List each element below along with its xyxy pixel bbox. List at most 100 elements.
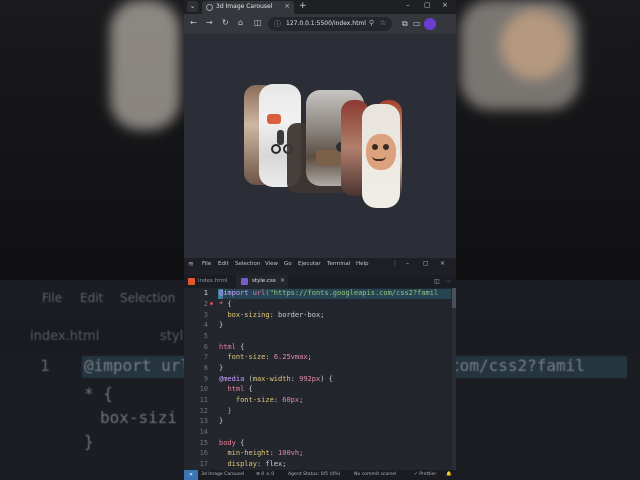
card-photo-detail xyxy=(383,144,389,150)
close-window-button[interactable]: × xyxy=(440,260,445,267)
code-line: } xyxy=(219,321,224,329)
extensions-icon[interactable]: ⧉ xyxy=(402,19,408,29)
line-number: 13 xyxy=(199,417,208,425)
menu-edit[interactable]: Edit xyxy=(218,261,229,267)
remote-indicator[interactable]: ✕ xyxy=(184,470,198,480)
code-line: @import url("https://fonts.googleapis.co… xyxy=(219,289,439,297)
close-window-button[interactable]: × xyxy=(442,1,448,9)
vertical-scrollbar[interactable] xyxy=(452,288,456,470)
menu-selection[interactable]: Selection xyxy=(235,261,260,267)
status-prettier[interactable]: ✓ Prettier xyxy=(414,472,436,477)
new-tab-button[interactable]: + xyxy=(299,1,307,12)
bg-line-number: 1 xyxy=(40,356,50,375)
back-button[interactable]: ← xyxy=(190,18,197,28)
menu-file[interactable]: File xyxy=(202,261,211,267)
line-number: 14 xyxy=(199,428,208,436)
status-problems[interactable]: ⊗ 0 ⚠ 0 xyxy=(256,472,274,477)
status-agent[interactable]: Agent Status: 0/5 (0%) xyxy=(288,472,340,477)
line-number: 15 xyxy=(199,439,208,447)
menu-run[interactable]: Ejecutar xyxy=(298,261,321,267)
reload-button[interactable]: ↻ xyxy=(222,18,229,28)
bg-menu-selection: Selection xyxy=(120,291,176,305)
code-line: font-size: 60px; xyxy=(235,396,304,404)
url-text: 127.0.0.1:5500/index.html xyxy=(286,20,366,27)
maximize-button[interactable]: ▢ xyxy=(423,260,429,267)
maximize-button[interactable]: ▢ xyxy=(424,1,431,9)
browser-toolbar: ← → ↻ ⌂ ◫ ⓘ 127.0.0.1:5500/index.html ⚲ … xyxy=(184,14,456,34)
tab-search-button[interactable]: ⌄ xyxy=(187,1,198,12)
card-photo-detail xyxy=(271,144,281,154)
bg-blur-card-left xyxy=(110,0,180,130)
profile-avatar[interactable] xyxy=(424,18,436,30)
bookmark-star-icon[interactable]: ☆ xyxy=(380,19,386,27)
line-number: 17 xyxy=(199,460,208,468)
scrollbar-thumb[interactable] xyxy=(452,288,456,308)
bg-blur-pumpkin xyxy=(500,10,570,80)
bg-code-line-2: * { xyxy=(84,384,113,403)
bg-tab-index: index.html xyxy=(30,329,100,344)
line-number: 5 xyxy=(203,332,208,340)
code-line: } xyxy=(227,407,232,415)
minimize-button[interactable]: – xyxy=(406,1,410,9)
split-view-button[interactable]: ◫ xyxy=(254,18,262,28)
carousel-card[interactable] xyxy=(362,104,400,208)
line-number: 4 xyxy=(203,321,208,329)
menu-terminal[interactable]: Terminal xyxy=(327,261,350,267)
line-number: 6 xyxy=(203,343,208,351)
code-line: html { xyxy=(219,343,245,351)
line-number-gutter: 1 2 3 4 5 6 7 8 9 10 11 12 13 14 15 16 1… xyxy=(184,288,216,470)
home-button[interactable]: ⌂ xyxy=(238,18,243,28)
vscode-window: ≋ File Edit Selection View Go Ejecutar T… xyxy=(184,258,456,480)
line-number: 2 xyxy=(203,300,208,308)
bell-icon[interactable]: 🔔 xyxy=(446,472,452,477)
code-line: box-sizing: border-box; xyxy=(227,311,325,319)
address-bar[interactable]: ⓘ 127.0.0.1:5500/index.html ⚲ ☆ xyxy=(268,17,392,31)
zoom-icon[interactable]: ⚲ xyxy=(369,19,374,27)
tab-label: style.css xyxy=(252,278,276,284)
minimize-button[interactable]: – xyxy=(406,260,409,267)
status-commit[interactable]: No commit scored xyxy=(354,472,396,477)
sidebar-icon[interactable]: ▭ xyxy=(413,19,421,28)
tab-index-html[interactable]: index.html xyxy=(184,275,234,288)
line-number: 12 xyxy=(199,407,208,415)
forward-button[interactable]: → xyxy=(206,18,213,28)
line-number: 1 xyxy=(203,289,208,297)
browser-tab[interactable]: 3d Image Carousel × xyxy=(202,1,294,14)
bg-tab-style: styl xyxy=(160,329,184,344)
close-icon[interactable]: × xyxy=(280,277,285,284)
code-line: display: flex; xyxy=(227,460,287,468)
editor-tab-bar: index.html style.css × ◫ ⋯ xyxy=(184,275,456,288)
code-line: body { xyxy=(219,439,245,447)
menu-view[interactable]: View xyxy=(265,261,278,267)
browser-tab-title: 3d Image Carousel xyxy=(216,3,273,10)
html-file-icon xyxy=(188,278,195,285)
line-number: 9 xyxy=(203,375,208,383)
close-icon[interactable]: × xyxy=(284,2,290,10)
tab-label: index.html xyxy=(198,278,228,284)
more-actions-icon[interactable]: ⋯ xyxy=(445,278,451,285)
error-marker xyxy=(210,302,213,305)
split-editor-icon[interactable]: ◫ xyxy=(434,278,440,285)
line-number: 7 xyxy=(203,353,208,361)
code-line: font-size: 6.25vmax; xyxy=(227,353,312,361)
page-viewport xyxy=(184,34,456,258)
vscode-logo-icon: ≋ xyxy=(188,260,194,268)
code-editor[interactable]: 1 2 3 4 5 6 7 8 9 10 11 12 13 14 15 16 1… xyxy=(184,288,456,470)
status-project[interactable]: 3d Image Carousel xyxy=(201,472,244,477)
foreground-window: ⌄ 3d Image Carousel × + – ▢ × ← → ↻ ⌂ ◫ … xyxy=(184,0,456,480)
line-number: 16 xyxy=(199,449,208,457)
menu-go[interactable]: Go xyxy=(284,261,292,267)
site-info-icon[interactable]: ⓘ xyxy=(274,19,281,29)
browser-tab-strip: ⌄ 3d Image Carousel × + – ▢ × xyxy=(184,0,456,14)
tab-style-css[interactable]: style.css × xyxy=(236,275,288,288)
line-number: 3 xyxy=(203,311,208,319)
line-number: 10 xyxy=(199,385,208,393)
code-line: min-height: 100vh; xyxy=(227,449,304,457)
bg-code-line-3: box-sizi xyxy=(100,408,178,427)
line-number: 11 xyxy=(199,396,208,404)
more-icon[interactable]: ⋮ xyxy=(392,260,398,267)
status-bar: ✕ 3d Image Carousel ⊗ 0 ⚠ 0 Agent Status… xyxy=(184,470,456,480)
menu-help[interactable]: Help xyxy=(356,261,369,267)
code-line: @media (max-width: 992px) { xyxy=(219,375,333,383)
css-file-icon xyxy=(241,278,248,285)
